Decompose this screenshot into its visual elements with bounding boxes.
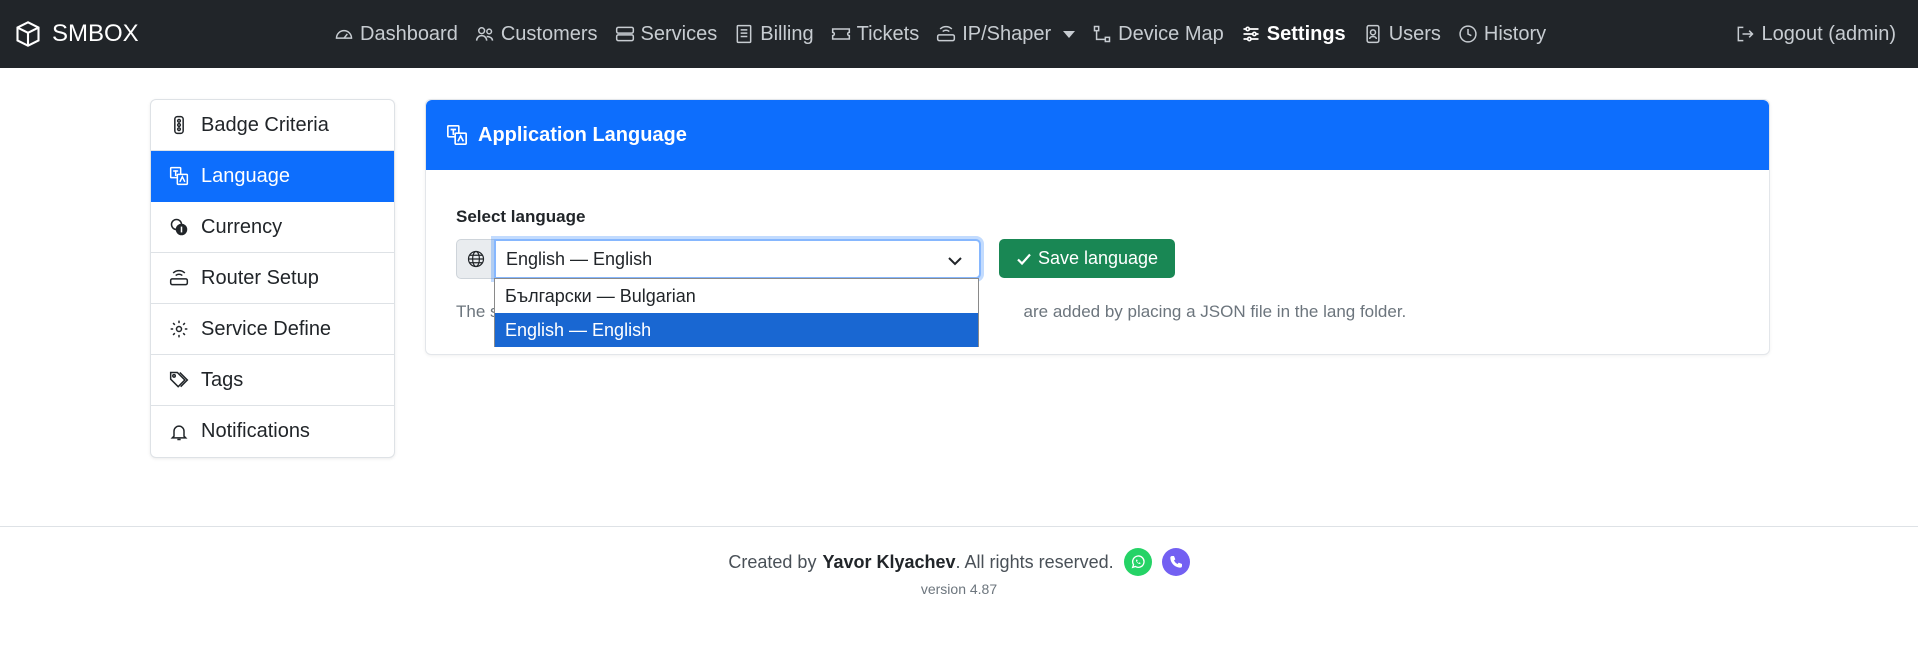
ticket-icon [831,28,850,40]
nav-history[interactable]: History [1458,23,1546,46]
receipt-icon [736,24,752,44]
footer-prefix: Created by [728,551,817,572]
nav-users[interactable]: Users [1363,23,1441,46]
logout-label: Logout (admin) [1761,22,1896,45]
sidebar-item-label: Router Setup [201,266,319,289]
check-icon [1017,253,1031,265]
help-text-suffix: are added by placing a JSON file in the … [1023,302,1407,321]
nav-tickets-label: Tickets [856,22,920,45]
logout-link[interactable]: Logout (admin) [1735,0,1896,68]
clock-icon [1459,25,1477,43]
sidebar-item-label: Currency [201,215,283,238]
footer-suffix: . All rights reserved. [955,551,1114,572]
sidebar-item-label: Tags [201,368,244,391]
sidebar-item-label: Language [201,164,290,187]
globe-addon [456,239,494,279]
tags-icon [169,371,189,388]
language-select[interactable]: English — English [494,239,981,279]
language-option-bulgarian[interactable]: Български — Bulgarian [495,279,978,313]
settings-sidebar: Badge Criteria Language Currency Router … [150,99,395,458]
sliders-icon [1243,26,1259,42]
coins-icon [170,218,188,236]
logout-icon [1738,26,1755,42]
sidebar-item-badge-criteria[interactable]: Badge Criteria [151,100,394,151]
brand-name: SMBOX [52,20,139,47]
person-badge-icon [1366,24,1380,44]
nav-billing[interactable]: Billing [734,22,814,46]
nav-customers-label: Customers [500,22,598,45]
whatsapp-button[interactable] [1123,548,1152,576]
nav-tickets[interactable]: Tickets [831,22,920,46]
language-select-value: English — English [506,248,653,269]
traffic-light-icon [174,115,184,135]
language-dropdown-list: Български — Bulgarian English — English [494,278,979,347]
save-language-button[interactable]: Save language [999,239,1175,278]
language-input-group: English — English [456,239,981,279]
card-header: Application Language [426,100,1769,170]
viber-button[interactable] [1161,548,1190,576]
sidebar-item-service-define[interactable]: Service Define [151,304,394,355]
sidebar-item-label: Badge Criteria [201,113,329,136]
language-option-english[interactable]: English — English [495,313,978,347]
hdd-stack-icon [615,26,634,42]
diagram-icon [1093,25,1111,43]
chevron-down-icon [948,257,962,266]
sidebar-item-notifications[interactable]: Notifications [151,406,394,457]
nav-history-label: History [1483,22,1547,45]
gear-icon [170,320,188,338]
nav-ip-shaper[interactable]: IP/Shaper [936,22,1076,46]
version-text: version 4.87 [920,581,998,597]
brand-link[interactable]: SMBOX [14,0,139,68]
chevron-down-icon [1063,30,1076,38]
footer: Created by Yavor Klyachev. All rights re… [0,548,1918,576]
nav-ip-shaper-label: IP/Shaper [962,22,1052,45]
box-icon [16,21,40,47]
nav-settings-label: Settings [1266,22,1346,45]
select-language-label: Select language [456,207,586,226]
nav-billing-label: Billing [760,22,814,45]
router-icon [169,269,189,286]
footer-divider [0,526,1918,527]
translate-icon [447,125,467,145]
save-language-label: Save language [1037,248,1159,268]
phone-icon [1169,556,1182,568]
nav-users-label: Users [1388,22,1441,45]
whatsapp-icon [1131,555,1145,569]
sidebar-item-tags[interactable]: Tags [151,355,394,406]
sidebar-item-language[interactable]: Language [151,151,394,202]
nav-links: Dashboard Customers Services Billing Tic… [334,0,1563,68]
nav-device-map-label: Device Map [1118,22,1224,45]
nav-settings[interactable]: Settings [1241,23,1346,46]
top-navbar: SMBOX Dashboard Customers Services Billi… [0,0,1918,68]
people-icon [475,27,494,41]
sidebar-item-label: Service Define [201,317,332,340]
nav-services-label: Services [640,22,718,45]
nav-dashboard-label: Dashboard [360,22,458,45]
translate-icon [169,166,189,186]
sidebar-item-label: Notifications [201,420,310,442]
help-text-prefix: The s [456,302,499,321]
nav-dashboard[interactable]: Dashboard [334,23,458,46]
nav-services[interactable]: Services [615,22,718,46]
card-title: Application Language [478,123,687,146]
footer-author: Yavor Klyachev [822,551,956,572]
sidebar-item-router-setup[interactable]: Router Setup [151,253,394,304]
globe-icon [467,250,484,268]
speedometer-icon [335,29,353,39]
bell-icon [170,424,188,440]
router-icon [937,25,956,42]
nav-customers[interactable]: Customers [475,23,598,46]
sidebar-item-currency[interactable]: Currency [151,202,394,253]
nav-device-map[interactable]: Device Map [1092,23,1224,46]
